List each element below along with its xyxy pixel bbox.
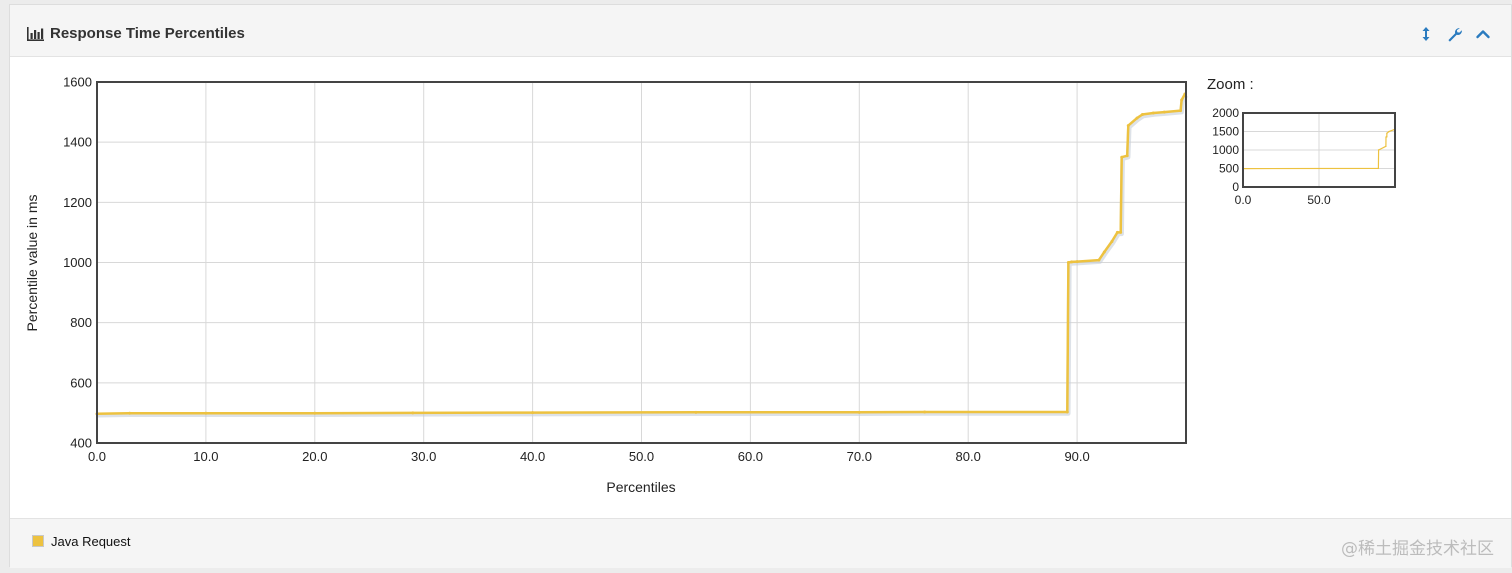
x-tick-label: 0.0 <box>88 449 106 464</box>
y-tick-label: 1500 <box>1212 125 1239 139</box>
x-tick-label: 30.0 <box>411 449 436 464</box>
data-point[interactable] <box>1120 155 1124 159</box>
legend-label[interactable]: Java Request <box>51 534 131 549</box>
x-tick-label: 50.0 <box>629 449 654 464</box>
y-tick-label: 1000 <box>1212 143 1239 157</box>
x-tick-label: 20.0 <box>302 449 327 464</box>
x-tick-label: 90.0 <box>1064 449 1089 464</box>
y-tick-label: 1400 <box>63 135 92 150</box>
bar-chart-icon <box>27 27 44 41</box>
data-point[interactable] <box>1180 98 1184 102</box>
data-point[interactable] <box>1385 145 1387 148</box>
y-tick-label: 1200 <box>63 195 92 210</box>
data-point[interactable] <box>1065 410 1069 414</box>
expand-vertical-icon[interactable] <box>1418 26 1434 42</box>
legend-swatch[interactable] <box>32 535 44 547</box>
zoom-label: Zoom : <box>1207 76 1254 93</box>
data-point[interactable] <box>1386 132 1388 134</box>
data-point[interactable] <box>1151 111 1155 115</box>
data-point[interactable] <box>1377 167 1380 170</box>
data-point[interactable] <box>1070 260 1074 264</box>
response-time-percentiles-panel: Response Time Percentiles 400 600 800 1000 1… <box>9 4 1512 568</box>
data-point[interactable] <box>923 410 927 414</box>
wrench-icon[interactable] <box>1446 26 1462 42</box>
y-tick-label: 500 <box>1219 162 1239 176</box>
x-tick-label: 0.0 <box>1235 193 1252 207</box>
data-point[interactable] <box>1097 258 1101 262</box>
x-tick-label: 50.0 <box>1307 193 1331 207</box>
data-point[interactable] <box>531 411 535 415</box>
y-tick-label: 2000 <box>1212 106 1239 120</box>
data-point[interactable] <box>1119 230 1123 234</box>
data-point[interactable] <box>1140 112 1144 116</box>
y-tick-label: 600 <box>70 375 92 390</box>
data-point[interactable] <box>1179 109 1183 113</box>
data-point[interactable] <box>1126 124 1130 128</box>
data-point[interactable] <box>1377 149 1380 151</box>
data-point[interactable] <box>1125 154 1129 158</box>
data-point[interactable] <box>1075 260 1079 264</box>
data-point[interactable] <box>1066 261 1070 264</box>
panel-footer: Java Request <box>10 518 1511 568</box>
x-axis-label: Percentiles <box>606 479 675 495</box>
y-tick-label: 800 <box>70 315 92 330</box>
panel-title: Response Time Percentiles <box>50 25 245 42</box>
x-tick-label: 60.0 <box>738 449 763 464</box>
watermark: @稀土掘金技术社区 <box>1341 539 1494 559</box>
data-point[interactable] <box>1162 110 1166 114</box>
x-tick-label: 40.0 <box>520 449 545 464</box>
data-point[interactable] <box>1386 136 1388 138</box>
data-point[interactable] <box>857 410 861 414</box>
data-point[interactable] <box>1110 239 1114 243</box>
chevron-up-icon[interactable] <box>1475 26 1491 42</box>
data-point[interactable] <box>1388 130 1390 133</box>
x-tick-label: 80.0 <box>956 449 981 464</box>
percentiles-chart: 4006008001000120014001600 0.0 10.0 20.0 30.… <box>24 75 1396 495</box>
x-tick-label: 70.0 <box>847 449 872 464</box>
data-point[interactable] <box>1135 116 1139 120</box>
data-point[interactable] <box>313 411 317 415</box>
y-tick-label: 1600 <box>63 75 92 90</box>
data-point[interactable] <box>128 411 132 415</box>
data-point[interactable] <box>694 410 698 414</box>
data-point[interactable] <box>1115 230 1119 234</box>
x-tick-label: 10.0 <box>193 449 218 464</box>
y-tick-label: 1000 <box>63 255 92 270</box>
data-point[interactable] <box>411 411 415 415</box>
y-axis-label: Percentile value in ms <box>24 195 40 332</box>
panel-header: Response Time Percentiles <box>10 5 1511 57</box>
data-point[interactable] <box>1102 250 1106 254</box>
data-point[interactable] <box>204 411 208 415</box>
